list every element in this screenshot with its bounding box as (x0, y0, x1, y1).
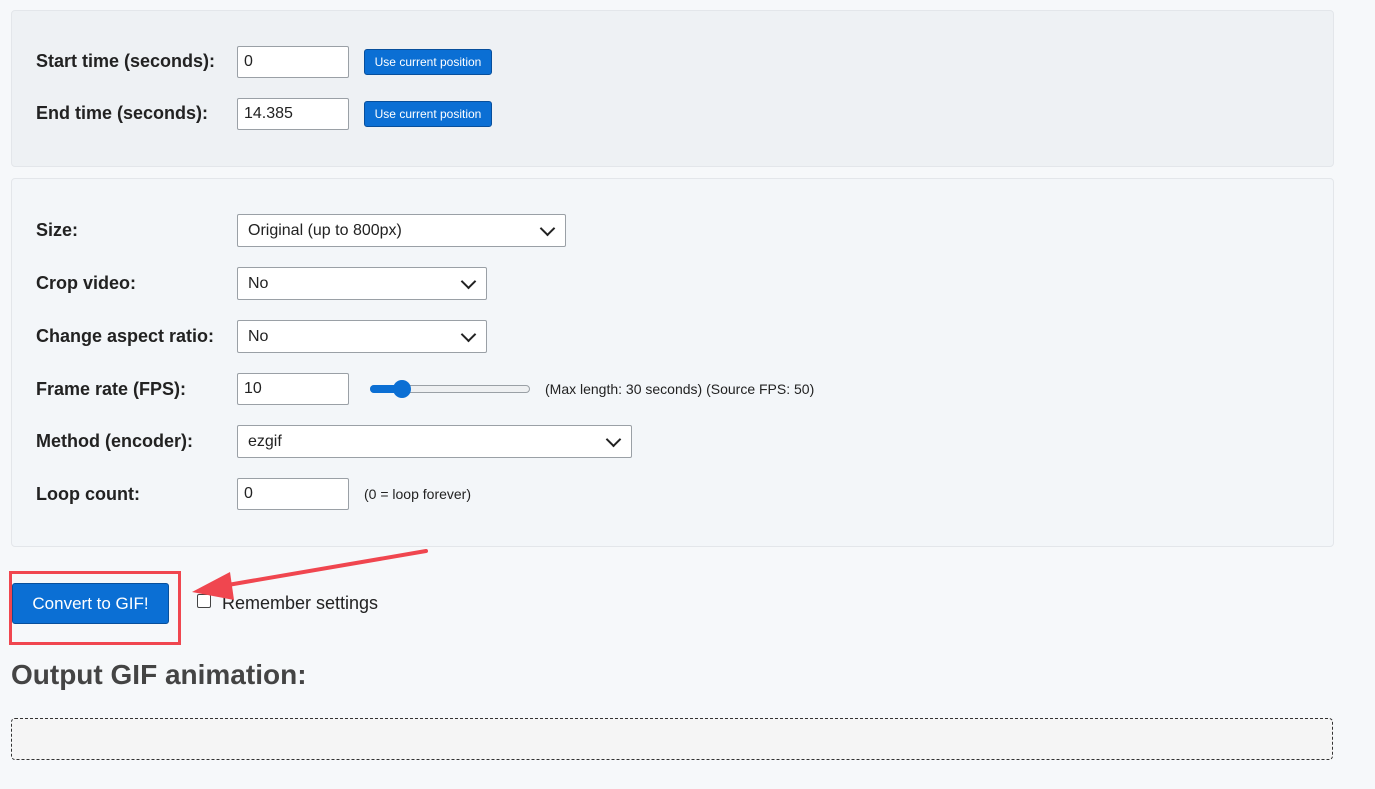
end-time-label: End time (seconds): (36, 103, 209, 123)
crop-select[interactable]: No (237, 267, 487, 300)
start-time-input[interactable] (237, 46, 349, 78)
size-select[interactable]: Original (up to 800px) (237, 214, 566, 247)
start-time-label: Start time (seconds): (36, 51, 216, 71)
method-label: Method (encoder): (36, 431, 193, 451)
crop-selected-value: No (248, 274, 269, 292)
fps-label: Frame rate (FPS): (36, 379, 187, 399)
loop-count-input[interactable] (237, 478, 349, 510)
method-select[interactable]: ezgif (237, 425, 632, 458)
loop-note: (0 = loop forever) (364, 486, 471, 502)
end-time-input[interactable] (237, 98, 349, 130)
use-current-end-button[interactable]: Use current position (364, 101, 492, 127)
time-panel (11, 10, 1334, 167)
remember-settings-label[interactable]: Remember settings (222, 593, 378, 614)
size-label: Size: (36, 220, 79, 240)
slider-thumb[interactable] (393, 380, 411, 398)
aspect-select[interactable]: No (237, 320, 487, 353)
fps-slider[interactable] (370, 380, 530, 398)
loop-label: Loop count: (36, 484, 140, 504)
chevron-down-icon (605, 431, 622, 447)
remember-settings-checkbox[interactable] (197, 594, 211, 608)
aspect-label: Change aspect ratio: (36, 326, 215, 346)
chevron-down-icon (539, 220, 556, 236)
size-selected-value: Original (up to 800px) (248, 221, 402, 239)
options-panel (11, 178, 1334, 547)
crop-label: Crop video: (36, 273, 137, 293)
aspect-selected-value: No (248, 327, 269, 345)
chevron-down-icon (460, 273, 477, 289)
output-heading: Output GIF animation: (11, 659, 307, 690)
chevron-down-icon (460, 326, 477, 342)
method-selected-value: ezgif (248, 432, 282, 450)
fps-note: (Max length: 30 seconds) (Source FPS: 50… (545, 381, 815, 397)
use-current-start-button[interactable]: Use current position (364, 49, 492, 75)
output-gif-area (11, 718, 1333, 760)
fps-input[interactable] (237, 373, 349, 405)
convert-to-gif-button[interactable]: Convert to GIF! (12, 583, 169, 624)
